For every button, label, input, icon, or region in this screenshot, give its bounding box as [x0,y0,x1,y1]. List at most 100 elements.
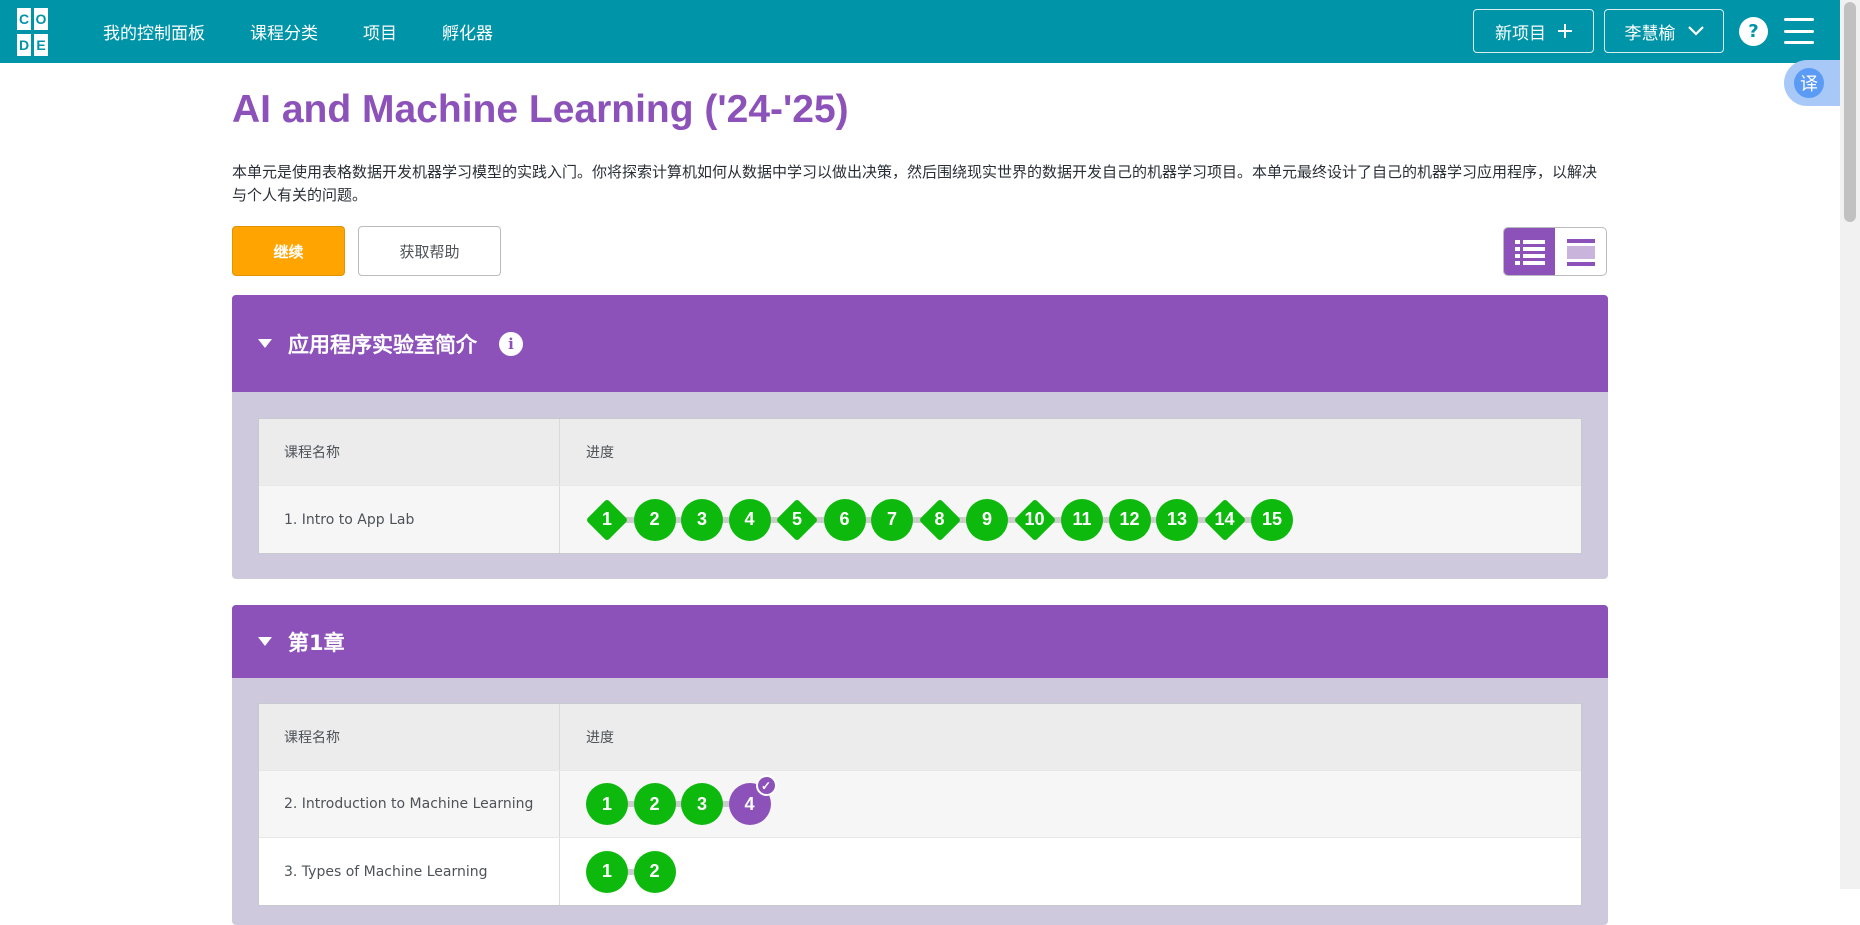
view-toggle [1503,227,1607,276]
level-diamond[interactable]: 14 [1204,499,1246,541]
level-bubble[interactable]: 1 [586,850,628,893]
check-icon: ✓ [755,775,777,796]
user-menu-button[interactable]: 李慧榆 [1604,9,1724,53]
section-chapter-1: 第1章 课程名称 进度 2. Introduction to Machine L… [232,605,1608,925]
progress-bubbles: 1 2 3 4 ✓ [586,775,777,826]
user-name: 李慧榆 [1624,23,1676,44]
level-diamond[interactable]: 8 [919,499,961,541]
info-icon[interactable]: i [499,331,523,356]
new-project-button[interactable]: 新项目 [1473,9,1594,53]
level-number: 13 [1166,509,1188,529]
lesson-progress: 1 2 3 4 5 6 7 8 9 10 11 12 13 14 15 [560,486,1581,553]
level-number: 3 [696,509,707,529]
column-header-lesson-name: 课程名称 [259,419,560,485]
caret-down-icon [258,637,272,646]
lesson-progress: 12 [560,838,1581,905]
caret-down-icon [258,339,272,348]
level-diamond[interactable]: 1 [586,499,628,541]
code-logo[interactable]: C O D E [17,8,65,56]
section-header[interactable]: 应用程序实验室简介 i [232,295,1608,392]
level-number: 7 [886,509,897,529]
level-bubble[interactable]: 13 [1156,498,1198,541]
level-number: 1 [601,509,612,529]
lesson-table: 课程名称 进度 2. Introduction to Machine Learn… [258,703,1582,906]
table-header-row: 课程名称 进度 [259,704,1581,771]
menu-line [1784,29,1814,33]
level-bubble[interactable]: 12 [1108,498,1151,541]
level-bubble[interactable]: 2 [633,850,676,893]
level-number: 1 [601,793,612,814]
list-detail-icon [1514,239,1545,265]
nav-incubator[interactable]: 孵化器 [442,19,493,44]
column-header-progress: 进度 [586,445,614,461]
level-bubble[interactable]: 3 [681,783,723,825]
level-bubble[interactable]: 4 ✓ [728,775,777,825]
lesson-name[interactable]: 3. Types of Machine Learning [259,838,560,905]
section-title: 应用程序实验室简介 [288,332,477,357]
help-icon[interactable]: ? [1739,17,1768,46]
section-header[interactable]: 第1章 [232,605,1608,678]
table-header-row: 课程名称 进度 [259,419,1581,486]
chevron-down-icon [1687,26,1704,36]
logo-letter-o: O [34,8,48,30]
nav-dashboard[interactable]: 我的控制面板 [103,19,205,44]
level-number: 2 [649,509,660,529]
logo-spacer [51,34,65,56]
column-header-progress: 进度 [586,730,614,746]
level-diamond[interactable]: 5 [776,499,818,541]
continue-button[interactable]: 继续 [232,226,345,276]
level-number: 12 [1119,509,1140,529]
level-number: 1 [601,861,612,881]
level-number: 6 [839,509,850,529]
level-bubble[interactable]: 2 [633,783,676,825]
level-number: 4 [744,509,755,529]
level-number: 15 [1261,509,1283,529]
level-bubble[interactable]: 7 [871,498,913,541]
section-intro-app-lab: 应用程序实验室简介 i 课程名称 进度 1. Intro to App Lab … [232,295,1608,579]
level-number: 10 [1024,509,1045,529]
level-bubble[interactable]: 11 [1061,498,1103,541]
progress-bubbles: 12 [586,850,681,894]
translate-icon: 译 [1794,68,1824,98]
course-description: 本单元是使用表格数据开发机器学习模型的实践入门。你将探索计算机如何从数据中学习以… [232,163,1598,204]
level-number: 2 [649,793,660,814]
lesson-name[interactable]: 2. Introduction to Machine Learning [259,771,560,837]
summary-view-icon [1566,238,1595,266]
lesson-table: 课程名称 进度 1. Intro to App Lab 1 2 3 4 5 6 7 8 9 10 1… [258,418,1582,554]
nav-course-catalog[interactable]: 课程分类 [250,19,318,44]
level-bubble[interactable]: 6 [823,498,866,541]
summary-view-button[interactable] [1555,228,1606,275]
table-row: 3. Types of Machine Learning 12 [259,838,1581,905]
lesson-name[interactable]: 1. Intro to App Lab [259,486,560,553]
level-bubble[interactable]: 15 [1251,498,1293,541]
hamburger-menu-icon[interactable] [1784,18,1814,44]
level-bubble[interactable]: 4 [728,498,771,541]
course-title: AI and Machine Learning ('24-'25) [232,88,849,131]
detail-view-button[interactable] [1504,228,1555,275]
nav-projects[interactable]: 项目 [363,19,397,44]
section-title: 第1章 [288,630,345,655]
level-number: 14 [1214,509,1235,529]
level-bubble[interactable]: 9 [966,498,1008,541]
top-header: C O D E 我的控制面板 课程分类 项目 孵化器 新项目 李慧榆 ? [0,0,1840,63]
table-row: 2. Introduction to Machine Learning 1 2 34… [259,771,1581,838]
main-nav: 我的控制面板 课程分类 项目 孵化器 [103,0,493,63]
level-number: 2 [649,861,660,881]
column-header-lesson-name: 课程名称 [259,704,560,770]
level-bubble[interactable]: 1 [586,783,628,825]
level-diamond[interactable]: 10 [1014,499,1056,541]
logo-letter-d: D [17,34,31,56]
get-help-button[interactable]: 获取帮助 [358,226,501,276]
level-number: 11 [1072,509,1092,529]
level-bubble[interactable]: 3 [681,498,723,541]
page-scrollbar[interactable] [1840,0,1860,889]
level-number: 3 [696,793,707,814]
lesson-progress: 1 2 3 4 ✓ [560,771,1581,837]
logo-letter-e: E [34,34,48,56]
level-bubble[interactable]: 2 [633,498,676,541]
level-number: 8 [934,509,945,529]
scrollbar-thumb[interactable] [1844,2,1856,222]
new-project-label: 新项目 [1495,23,1546,44]
table-row: 1. Intro to App Lab 1 2 3 4 5 6 7 8 9 10 11 12 13 14 1… [259,486,1581,553]
translate-bubble[interactable]: 译 [1784,60,1840,106]
